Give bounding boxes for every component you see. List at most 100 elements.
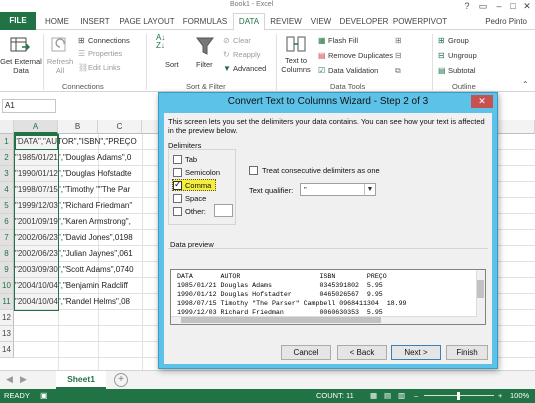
tab-label[interactable]: Tab [185,155,197,164]
back-button[interactable]: < Back [337,345,387,360]
tab-checkbox[interactable] [173,155,182,164]
collapse-ribbon-icon[interactable]: ⌃ [522,80,529,89]
other-label[interactable]: Other: [185,207,206,216]
advanced-button[interactable]: Advanced [233,64,266,73]
minimize-icon[interactable]: – [492,0,506,12]
connections-button[interactable]: Connections [88,36,130,45]
text-qualifier-select[interactable]: " ▼ [300,183,376,196]
consecutive-delimiters-label[interactable]: Treat consecutive delimiters as one [262,166,380,175]
tab-powerpivot[interactable]: POWERPIVOT [392,14,448,30]
consolidate-icon[interactable]: ⊞ [395,36,402,45]
help-icon[interactable]: ? [460,0,474,12]
data-preview-pane[interactable]: DATA AUTOR ISBN PREÇO 1985/01/21 Douglas … [170,269,486,325]
zoom-level[interactable]: 100% [510,389,529,403]
zoom-in-icon[interactable]: + [498,389,502,403]
column-header-c[interactable]: C [98,120,142,134]
semicolon-label[interactable]: Semicolon [185,168,220,177]
text-to-columns-icon[interactable] [286,34,306,54]
edit-links-button[interactable]: Edit Links [88,63,121,72]
sheet-tab-sheet1[interactable]: Sheet1 [56,371,106,389]
chevron-down-icon[interactable]: ▼ [364,184,375,195]
subtotal-button[interactable]: Subtotal [448,66,476,75]
cell-a13[interactable] [15,326,160,342]
row-header[interactable]: 9 [0,262,14,278]
tab-home[interactable]: HOME [40,14,74,30]
row-header[interactable]: 4 [0,182,14,198]
column-header-a[interactable]: A [14,120,58,134]
ungroup-button[interactable]: Ungroup [448,51,477,60]
user-name[interactable]: Pedro Pinto [485,14,527,30]
column-header-b[interactable]: B [58,120,98,134]
group-button[interactable]: Group [448,36,469,45]
row-header[interactable]: 14 [0,342,14,358]
zoom-out-icon[interactable]: – [414,389,418,403]
filter-button[interactable]: Filter [196,60,213,69]
row-header[interactable]: 3 [0,166,14,182]
cell-a14[interactable] [15,342,160,358]
refresh-all-button[interactable]: Refresh All [46,57,74,75]
space-label[interactable]: Space [185,194,206,203]
tab-review[interactable]: REVIEW [267,14,305,30]
row-header[interactable]: 13 [0,326,14,342]
normal-view-icon[interactable]: ▦ [370,389,377,403]
semicolon-checkbox[interactable] [173,168,182,177]
next-button[interactable]: Next > [391,345,441,360]
row-header[interactable]: 8 [0,246,14,262]
tab-data[interactable]: DATA [233,13,265,31]
sort-button[interactable]: Sort [165,60,179,69]
page-break-view-icon[interactable]: ▥ [398,389,405,403]
page-layout-view-icon[interactable]: ▤ [384,389,391,403]
other-delimiter-input[interactable] [214,204,233,217]
row-header[interactable]: 7 [0,230,14,246]
tab-developer[interactable]: DEVELOPER [338,14,390,30]
tab-page-layout[interactable]: PAGE LAYOUT [116,14,178,30]
preview-scroll-thumb[interactable] [477,280,484,298]
finish-button[interactable]: Finish [446,345,488,360]
clear-button[interactable]: Clear [233,36,251,45]
remove-duplicates-button[interactable]: Remove Duplicates [328,51,393,60]
refresh-icon[interactable] [50,36,70,54]
row-header[interactable]: 5 [0,198,14,214]
consecutive-delimiters-checkbox[interactable] [249,166,258,175]
row-header[interactable]: 2 [0,150,14,166]
get-external-data-button[interactable]: Get External Data [0,57,42,75]
relationships-icon[interactable]: ⧉ [395,66,401,76]
comma-checkbox[interactable]: ✓ [173,179,182,190]
cell-a12[interactable] [15,310,160,326]
active-cell[interactable] [15,135,58,150]
cancel-button[interactable]: Cancel [281,345,331,360]
scroll-right-icon[interactable]: ▶ [20,374,27,385]
row-header[interactable]: 1 [0,134,14,150]
maximize-icon[interactable]: □ [506,0,520,12]
tab-file[interactable]: FILE [0,12,36,30]
zoom-slider-thumb[interactable] [457,392,460,400]
preview-hscroll-thumb[interactable] [181,317,381,323]
select-all-corner[interactable] [0,120,14,134]
row-header[interactable]: 6 [0,214,14,230]
tab-view[interactable]: VIEW [307,14,335,30]
data-validation-button[interactable]: Data Validation [328,66,378,75]
database-table-icon[interactable] [10,36,30,54]
name-box[interactable]: A1 [2,99,56,113]
row-header[interactable]: 12 [0,310,14,326]
what-if-icon[interactable]: ⊟ [395,51,402,60]
properties-button[interactable]: Properties [88,49,122,58]
row-header[interactable]: 10 [0,278,14,294]
space-checkbox[interactable] [173,194,182,203]
restore-icon[interactable]: ▭ [476,0,490,12]
new-sheet-icon[interactable]: + [114,373,128,387]
text-to-columns-button[interactable]: Text to Columns [279,56,313,74]
filter-icon[interactable] [196,36,214,56]
dialog-close-button[interactable]: ✕ [471,95,493,108]
flash-fill-button[interactable]: Flash Fill [328,36,358,45]
other-checkbox[interactable] [173,207,182,216]
close-icon[interactable]: ✕ [520,0,534,12]
tab-insert[interactable]: INSERT [76,14,114,30]
row-header[interactable]: 11 [0,294,14,310]
tab-formulas[interactable]: FORMULAS [180,14,230,30]
sort-az-icon[interactable]: A↓ Z↓ [156,34,165,50]
scroll-left-icon[interactable]: ◀ [6,374,13,385]
comma-label[interactable]: Comma [185,181,211,190]
macro-recording-icon[interactable]: ▣ [40,389,48,403]
reapply-button[interactable]: Reapply [233,50,261,59]
